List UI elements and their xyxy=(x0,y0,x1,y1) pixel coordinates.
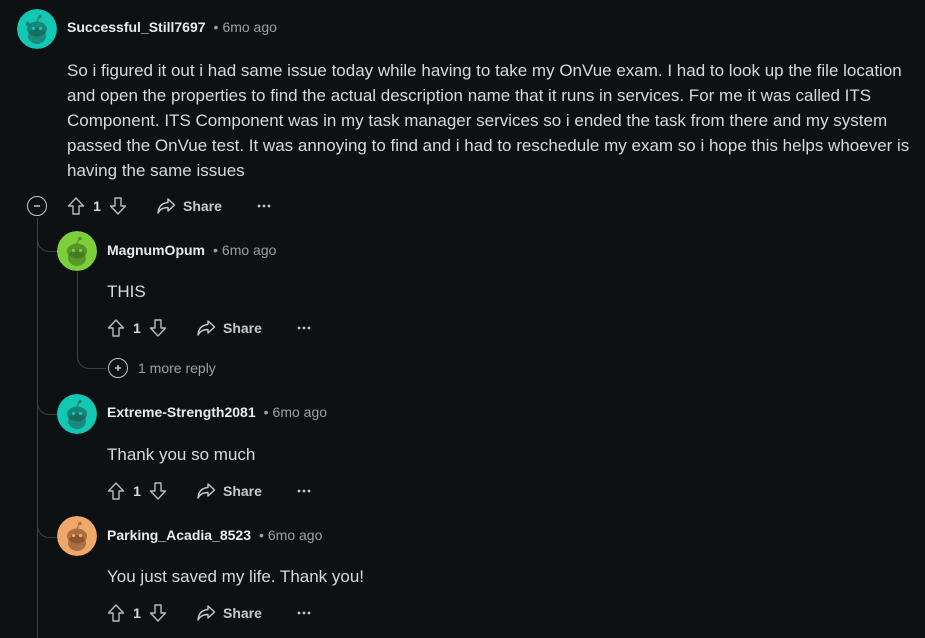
share-button[interactable]: Share xyxy=(196,604,262,622)
comment-body: THIS xyxy=(107,282,146,301)
separator-dot: • xyxy=(213,242,218,258)
share-arrow-icon xyxy=(157,198,176,214)
avatar[interactable] xyxy=(57,394,97,434)
arrow-down-icon xyxy=(109,197,127,215)
separator-dot: • xyxy=(263,404,269,420)
collapse-thread-button[interactable] xyxy=(27,196,47,216)
comment-body: Thank you so much xyxy=(107,445,256,464)
vote-count: 1 xyxy=(133,320,141,336)
avatar[interactable] xyxy=(17,9,57,49)
arrow-down-icon xyxy=(149,604,167,622)
upvote-button[interactable] xyxy=(104,601,128,625)
more-replies-label: 1 more reply xyxy=(138,360,216,376)
arrow-up-icon xyxy=(67,197,85,215)
comment-header: Extreme-Strength2081 • 6mo ago xyxy=(107,404,327,420)
minus-icon xyxy=(34,205,40,207)
thread-branch-2 xyxy=(37,390,58,415)
username[interactable]: Parking_Acadia_8523 xyxy=(107,527,251,543)
share-button[interactable]: Share xyxy=(156,197,222,215)
thread-line-main xyxy=(37,218,38,638)
share-button[interactable]: Share xyxy=(196,319,262,337)
share-arrow-icon xyxy=(197,320,216,336)
vote-count: 1 xyxy=(133,483,141,499)
ellipsis-icon xyxy=(297,611,311,615)
username[interactable]: Successful_Still7697 xyxy=(67,19,206,35)
comment-actions: 1 Share xyxy=(104,477,316,505)
snoo-avatar-icon xyxy=(17,9,57,49)
share-button[interactable]: Share xyxy=(196,482,262,500)
comment-header: MagnumOpum • 6mo ago xyxy=(107,242,276,258)
comment-body: You just saved my life. Thank you! xyxy=(107,567,365,586)
more-replies-button[interactable]: 1 more reply xyxy=(108,358,216,378)
username[interactable]: MagnumOpum xyxy=(107,242,205,258)
downvote-button[interactable] xyxy=(146,601,170,625)
ellipsis-icon xyxy=(297,489,311,493)
share-label: Share xyxy=(223,320,262,336)
separator-dot: • xyxy=(213,19,219,35)
comment-body: So i figured it out i had same issue tod… xyxy=(67,61,910,180)
avatar[interactable] xyxy=(57,231,97,271)
comment-header: Successful_Still7697 • 6mo ago xyxy=(67,19,277,35)
more-options-button[interactable] xyxy=(292,479,316,503)
more-options-button[interactable] xyxy=(292,316,316,340)
downvote-button[interactable] xyxy=(146,316,170,340)
comment-actions: 1 Share xyxy=(104,599,316,627)
avatar[interactable] xyxy=(57,516,97,556)
arrow-up-icon xyxy=(107,482,125,500)
share-label: Share xyxy=(183,198,222,214)
thread-branch-1 xyxy=(37,225,58,252)
upvote-button[interactable] xyxy=(104,479,128,503)
share-label: Share xyxy=(223,605,262,621)
more-options-button[interactable] xyxy=(292,601,316,625)
comment-actions: 1 Share xyxy=(64,192,276,220)
downvote-button[interactable] xyxy=(146,479,170,503)
vote-count: 1 xyxy=(133,605,141,621)
share-label: Share xyxy=(223,483,262,499)
timestamp[interactable]: 6mo ago xyxy=(273,404,327,420)
ellipsis-icon xyxy=(257,204,271,208)
arrow-down-icon xyxy=(149,482,167,500)
arrow-up-icon xyxy=(107,319,125,337)
snoo-avatar-icon xyxy=(57,231,97,271)
vote-count: 1 xyxy=(93,198,101,214)
comment-header: Parking_Acadia_8523 • 6mo ago xyxy=(107,527,322,543)
timestamp[interactable]: 6mo ago xyxy=(222,242,276,258)
arrow-down-icon xyxy=(149,319,167,337)
timestamp[interactable]: 6mo ago xyxy=(222,19,276,35)
share-arrow-icon xyxy=(197,483,216,499)
more-options-button[interactable] xyxy=(252,194,276,218)
ellipsis-icon xyxy=(297,326,311,330)
upvote-button[interactable] xyxy=(64,194,88,218)
snoo-avatar-icon xyxy=(57,394,97,434)
comment-actions: 1 Share xyxy=(104,314,316,342)
plus-circle-icon xyxy=(108,358,128,378)
thread-branch-3 xyxy=(37,512,58,538)
snoo-avatar-icon xyxy=(57,516,97,556)
arrow-up-icon xyxy=(107,604,125,622)
downvote-button[interactable] xyxy=(106,194,130,218)
share-arrow-icon xyxy=(197,605,216,621)
separator-dot: • xyxy=(258,527,264,543)
thread-branch-more xyxy=(77,330,106,369)
username[interactable]: Extreme-Strength2081 xyxy=(107,404,256,420)
upvote-button[interactable] xyxy=(104,316,128,340)
timestamp[interactable]: 6mo ago xyxy=(268,527,322,543)
